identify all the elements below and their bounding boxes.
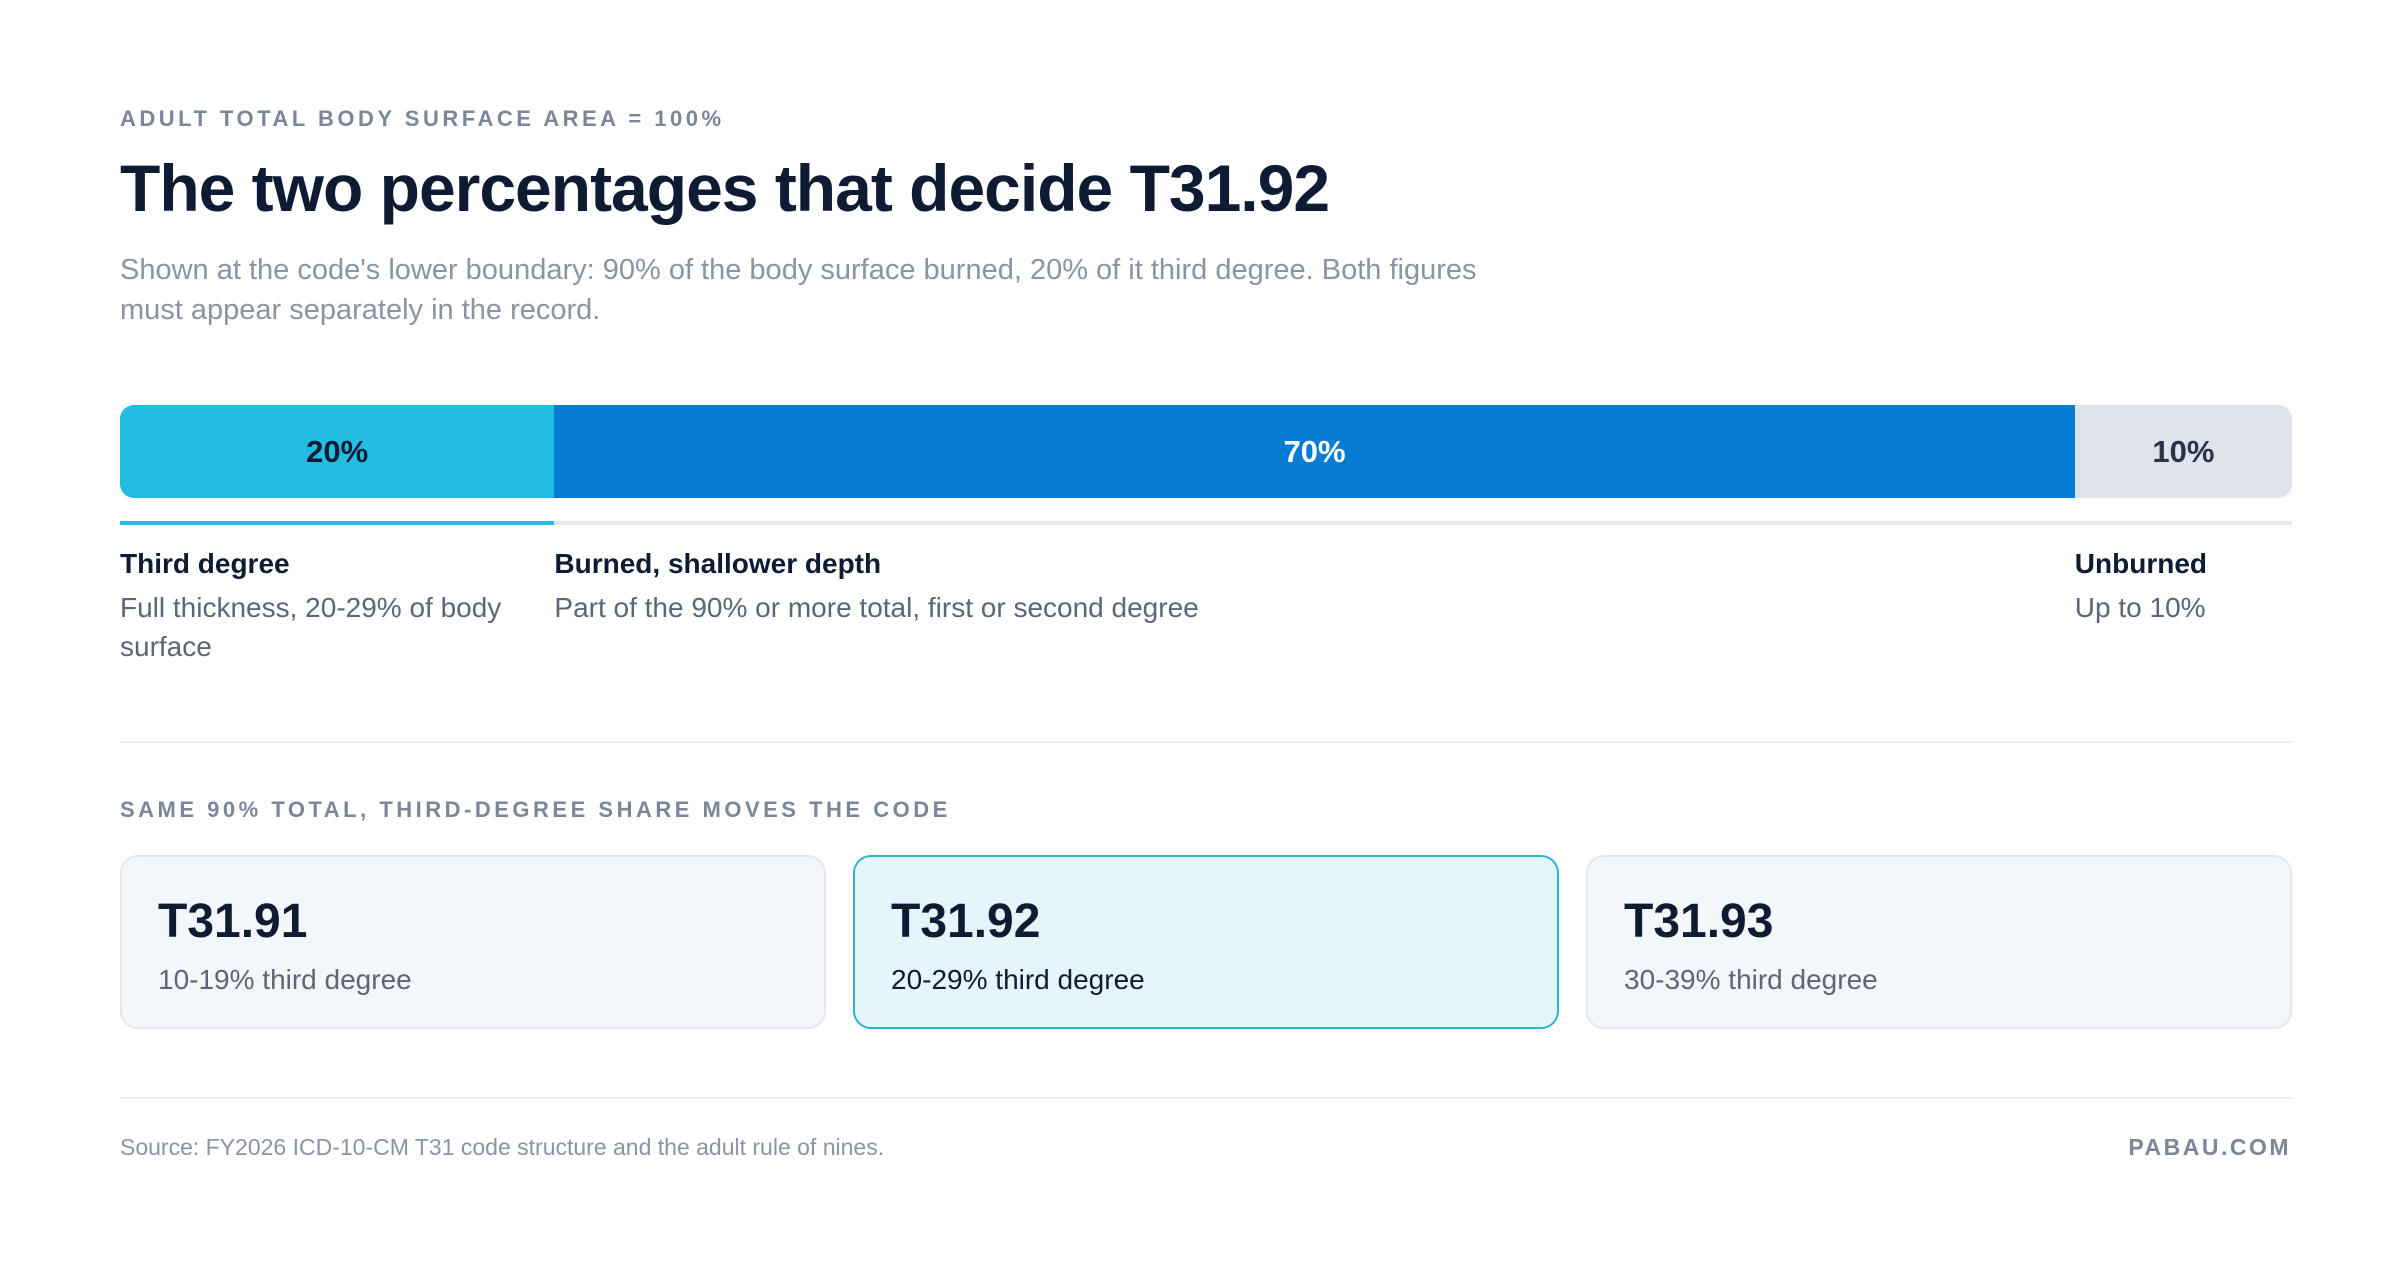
legend-description: Full thickness, 20-29% of body surface xyxy=(120,592,502,662)
section-divider xyxy=(120,741,2292,743)
bar-segment-3: 10% xyxy=(2074,405,2292,498)
legend-item: Unburned Up to 10% xyxy=(2075,546,2375,627)
stacked-bar-chart: 20% 70% 10% xyxy=(120,405,2292,498)
bar-value-label: 20% xyxy=(306,433,369,469)
bar-segment-1: 20% xyxy=(120,405,555,498)
legend-description: Up to 10% xyxy=(2074,592,2206,623)
card-code: T31.92 xyxy=(891,895,1041,948)
eyebrow-label: ADULT TOTAL BODY SURFACE AREA = 100% xyxy=(120,106,725,131)
legend-title: Third degree xyxy=(120,548,290,579)
source-note: Source: FY2026 ICD-10-CM T31 code struct… xyxy=(120,1134,885,1160)
legend-divider xyxy=(120,521,2292,525)
card-range: 30-39% third degree xyxy=(1624,964,1878,995)
code-card-t31-92: T31.92 20-29% third degree xyxy=(853,855,1559,1029)
legend-divider-accent xyxy=(120,521,555,525)
comparison-heading: SAME 90% TOTAL, THIRD-DEGREE SHARE MOVES… xyxy=(120,797,951,822)
legend-description: Part of the 90% or more total, first or … xyxy=(554,592,1199,623)
legend-title: Burned, shallower depth xyxy=(554,548,882,579)
code-card-t31-93: T31.93 30-39% third degree xyxy=(1586,855,2292,1029)
code-comparison-cards: T31.91 10-19% third degree T31.92 20-29% th… xyxy=(120,855,2292,1029)
card-code: T31.91 xyxy=(158,895,308,948)
card-code: T31.93 xyxy=(1624,895,1774,948)
card-range: 20-29% third degree xyxy=(891,964,1145,995)
bar-value-label: 70% xyxy=(1283,433,1346,469)
page-subtitle: Shown at the code's lower boundary: 90% … xyxy=(120,254,1477,326)
legend-item: Third degree Full thickness, 20-29% of bo… xyxy=(120,546,514,666)
page-title: The two percentages that decide T31.92 xyxy=(120,151,1330,225)
footer-divider xyxy=(120,1097,2292,1099)
brand-mark: PABAU.COM xyxy=(2128,1134,2291,1160)
code-card-t31-91: T31.91 10-19% third degree xyxy=(120,855,826,1029)
bar-segment-2: 70% xyxy=(554,405,2075,498)
legend-title: Unburned xyxy=(2074,548,2208,579)
card-range: 10-19% third degree xyxy=(158,964,412,995)
bar-value-label: 10% xyxy=(2152,433,2215,469)
legend-item: Burned, shallower depth Part of the 90% o… xyxy=(554,546,1754,627)
